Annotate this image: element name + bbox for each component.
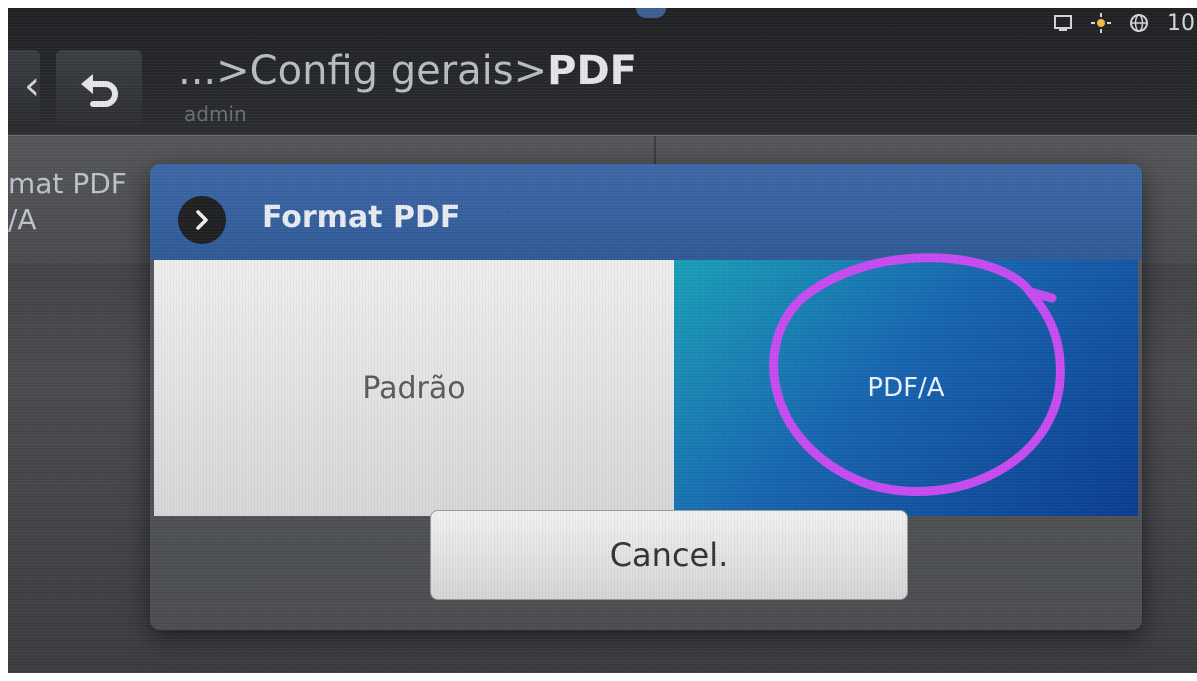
option-padrao[interactable]: Padrão: [154, 260, 674, 516]
top-bar: ‹ ...>Config gerais>PDF admin 10: [8, 8, 1197, 134]
top-indicator: [636, 8, 666, 18]
chevron-left-icon: ‹: [24, 63, 40, 109]
clock-text: 10: [1167, 10, 1195, 36]
brightness-icon: [1091, 13, 1111, 33]
dialog-title: Format PDF: [262, 200, 461, 235]
background-row-label: mat PDF /A: [8, 166, 127, 238]
chevron-right-icon: [178, 196, 226, 244]
option-padrao-label: Padrão: [362, 370, 466, 406]
undo-icon: [81, 74, 118, 107]
screen-icon: [1054, 15, 1072, 31]
breadcrumb: ...>Config gerais>PDF: [178, 48, 637, 94]
option-pdfa[interactable]: PDF/A: [674, 260, 1138, 516]
breadcrumb-path: ...>Config gerais>: [178, 48, 548, 94]
format-pdf-dialog: Format PDF Padrão PDF/A Cancel.: [150, 164, 1142, 630]
background-row-label-line2: /A: [8, 203, 37, 236]
globe-icon: [1130, 14, 1148, 32]
option-pdfa-label: PDF/A: [867, 373, 945, 403]
device-screen: ‹ ...>Config gerais>PDF admin 10 mat PDF…: [8, 8, 1197, 673]
undo-button[interactable]: [56, 50, 142, 126]
dialog-header: Format PDF: [150, 164, 1142, 260]
background-row-label-line1: mat PDF: [8, 167, 127, 200]
breadcrumb-current: PDF: [547, 48, 637, 94]
cancel-button[interactable]: Cancel.: [430, 510, 908, 600]
status-tray: 10: [1053, 8, 1197, 38]
user-label: admin: [184, 102, 247, 126]
back-button[interactable]: ‹: [8, 50, 40, 122]
